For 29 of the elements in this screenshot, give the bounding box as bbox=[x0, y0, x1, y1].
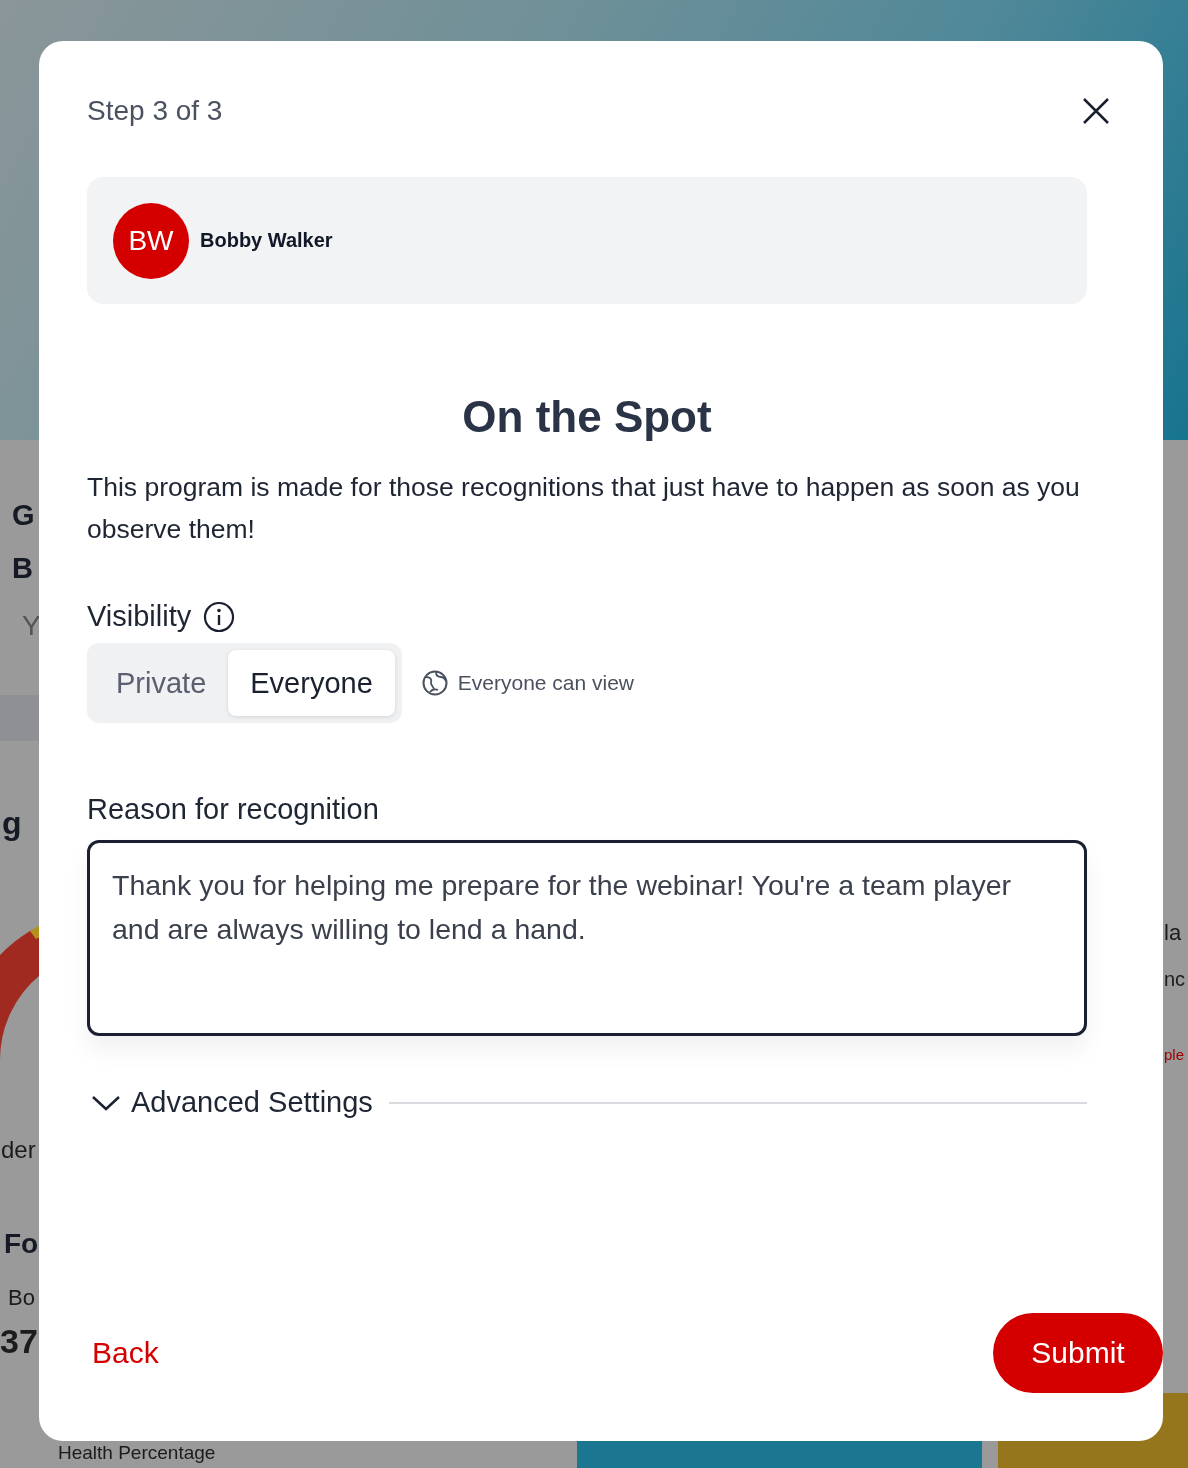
recipient-name: Bobby Walker bbox=[200, 229, 333, 252]
advanced-settings-toggle[interactable]: Advanced Settings bbox=[87, 1086, 389, 1119]
background-text: G bbox=[12, 499, 35, 532]
reason-label: Reason for recognition bbox=[87, 793, 380, 826]
background-text: ple bbox=[1164, 1046, 1185, 1063]
back-button[interactable]: Back bbox=[87, 1336, 159, 1370]
visibility-option[interactable]: Private bbox=[94, 650, 229, 716]
background-text: nc bbox=[1164, 968, 1186, 991]
background-text: la bbox=[1164, 920, 1182, 946]
info-icon[interactable] bbox=[203, 600, 236, 633]
avatar: BW bbox=[113, 202, 189, 279]
visibility-note: Everyone can view bbox=[457, 671, 635, 695]
visibility-option[interactable]: Everyone bbox=[228, 650, 395, 716]
globe-icon bbox=[421, 670, 448, 696]
background-text: Fo bbox=[4, 1228, 39, 1260]
background-text: B bbox=[12, 552, 33, 585]
background-text: g bbox=[2, 805, 22, 842]
program-description: This program is made for those recognitions that just have to happen as soon as you observe them! bbox=[87, 471, 1081, 546]
background-text: Y bbox=[22, 610, 41, 642]
background-text: 37 bbox=[0, 1322, 38, 1361]
step-indicator: Step 3 of 3 bbox=[87, 95, 223, 127]
program-title: On the Spot bbox=[461, 391, 713, 443]
submit-button[interactable]: Submit bbox=[993, 1313, 1163, 1393]
background-text: Bo bbox=[8, 1285, 35, 1311]
background-text: Health Percentage bbox=[58, 1442, 216, 1464]
close-icon[interactable] bbox=[1081, 96, 1111, 126]
reason-field[interactable]: Thank you for helping me prepare for the webinar! You're a team player and are always willing to lend a hand. bbox=[87, 840, 1087, 1036]
visibility-label: Visibility bbox=[87, 600, 192, 633]
background-text: der bbox=[1, 1136, 36, 1164]
